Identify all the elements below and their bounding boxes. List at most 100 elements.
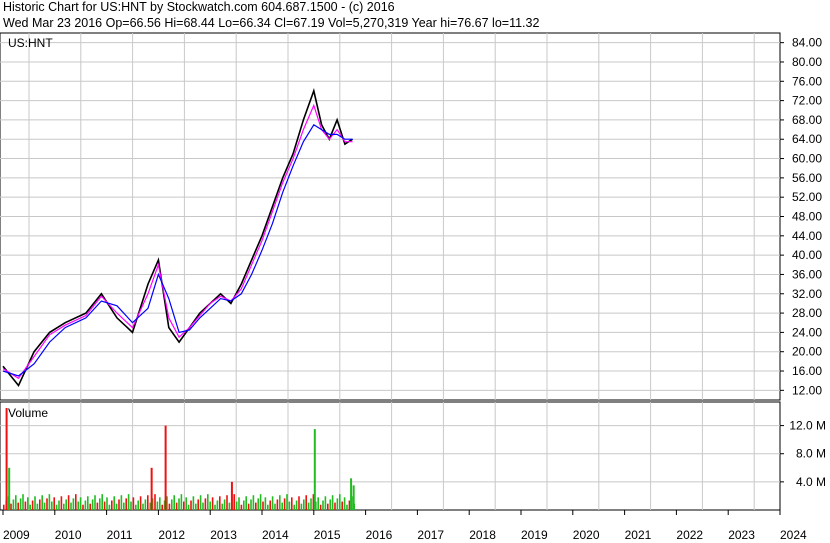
volume-bar — [175, 502, 178, 510]
y-tick-label: 44.00 — [792, 229, 822, 243]
volume-bar — [243, 500, 245, 510]
volume-bar — [331, 495, 334, 510]
volume-bar — [240, 504, 243, 510]
volume-bar — [281, 502, 283, 510]
volume-spike-bar — [230, 481, 233, 510]
volume-bar — [197, 499, 199, 510]
volume-tick-label: 8.0 M — [796, 447, 826, 461]
volume-bar — [15, 495, 17, 510]
volume-bar — [70, 502, 72, 510]
volume-bar — [228, 502, 231, 510]
y-tick-label: 84.00 — [792, 36, 822, 50]
volume-bar — [250, 499, 252, 510]
x-tick-label: 2014 — [262, 528, 289, 542]
volume-bar — [259, 494, 262, 510]
volume-bar — [235, 501, 238, 510]
volume-bar — [63, 503, 65, 510]
x-tick-label: 2022 — [676, 528, 703, 542]
x-tick-label: 2012 — [158, 528, 185, 542]
x-tick-label: 2023 — [728, 528, 755, 542]
chart-canvas: 84.00 80.00 76.00 72.00 68.00 64.00 60.00 56.00… — [0, 32, 826, 542]
volume-bar — [209, 501, 211, 510]
volume-bar — [111, 500, 113, 510]
volume-bar — [3, 504, 5, 510]
volume-y-tick-labels: 12.0 M 8.0 M 4.0 M — [780, 419, 826, 489]
volume-bar — [58, 500, 60, 510]
volume-bar — [310, 498, 312, 510]
volume-bar — [94, 495, 96, 510]
volume-bar — [46, 498, 48, 510]
volume-bar — [187, 504, 190, 510]
volume-bar — [288, 501, 291, 510]
x-tick-label: 2013 — [210, 528, 237, 542]
volume-bar — [127, 494, 130, 510]
volume-bar — [305, 495, 307, 510]
x-tick-label: 2017 — [417, 528, 444, 542]
volume-bar — [190, 500, 192, 510]
y-tick-label: 24.00 — [792, 325, 822, 339]
volume-bar — [96, 502, 99, 510]
volume-bar — [336, 498, 339, 510]
x-tick-label: 2015 — [314, 528, 341, 542]
volume-bar — [173, 495, 175, 510]
volume-spike-bar — [164, 425, 167, 510]
volume-bar — [77, 501, 79, 510]
volume-bar — [41, 495, 43, 510]
volume-bar — [125, 498, 127, 510]
y-tick-label: 16.00 — [792, 364, 822, 378]
volume-bar — [43, 502, 46, 510]
volume-bar — [84, 500, 87, 510]
volume-bar — [144, 499, 147, 510]
volume-bar — [238, 497, 240, 510]
x-tick-label: 2020 — [573, 528, 600, 542]
y-tick-label: 28.00 — [792, 306, 822, 320]
volume-bar — [274, 503, 276, 510]
volume-bar — [161, 504, 163, 510]
x-tick-label: 2018 — [469, 528, 496, 542]
volume-bar — [322, 500, 324, 510]
volume-bar — [180, 494, 183, 510]
volume-bar — [36, 503, 39, 510]
volume-spike-bar — [313, 429, 316, 510]
volume-bar — [87, 496, 89, 510]
volume-bar — [17, 502, 19, 510]
volume-bar — [269, 500, 271, 510]
volume-bar — [293, 504, 295, 510]
volume-bar — [171, 499, 173, 510]
volume-bar — [185, 497, 187, 510]
x-tick-label: 2024 — [780, 528, 807, 542]
volume-bar — [183, 501, 185, 510]
volume-bar — [65, 499, 67, 510]
year-axis-labels: 2009 2010 2011 2012 2013 2014 2015 2016 2017 2018… — [2, 510, 807, 542]
volume-bar — [276, 499, 279, 510]
volume-bar — [283, 498, 286, 510]
volume-bar — [154, 494, 156, 510]
volume-bar — [168, 503, 171, 510]
volume-bar — [329, 499, 331, 510]
volume-bar — [24, 501, 27, 510]
y-tick-label: 60.00 — [792, 152, 822, 166]
volume-bar — [298, 496, 300, 510]
volume-bar — [202, 502, 204, 510]
volume-spike-bar — [150, 467, 153, 510]
volume-bar — [115, 503, 118, 510]
volume-spike-bar — [5, 408, 8, 510]
volume-bar — [51, 501, 53, 510]
volume-bar — [247, 503, 250, 510]
volume-bar — [334, 502, 336, 510]
volume-bar — [319, 504, 322, 510]
volume-bar — [10, 503, 12, 510]
volume-bar — [67, 495, 70, 510]
volume-bar — [75, 494, 77, 510]
y-tick-label: 36.00 — [792, 267, 822, 281]
volume-bar — [204, 498, 207, 510]
volume-bar — [101, 494, 103, 510]
volume-bar — [214, 504, 216, 510]
volume-bar — [295, 500, 298, 510]
volume-bar — [48, 494, 51, 510]
volume-bar — [53, 497, 55, 510]
volume-bar — [19, 498, 22, 510]
volume-bar — [221, 503, 223, 510]
y-tick-label: 80.00 — [792, 55, 822, 69]
x-tick-label: 2019 — [521, 528, 548, 542]
